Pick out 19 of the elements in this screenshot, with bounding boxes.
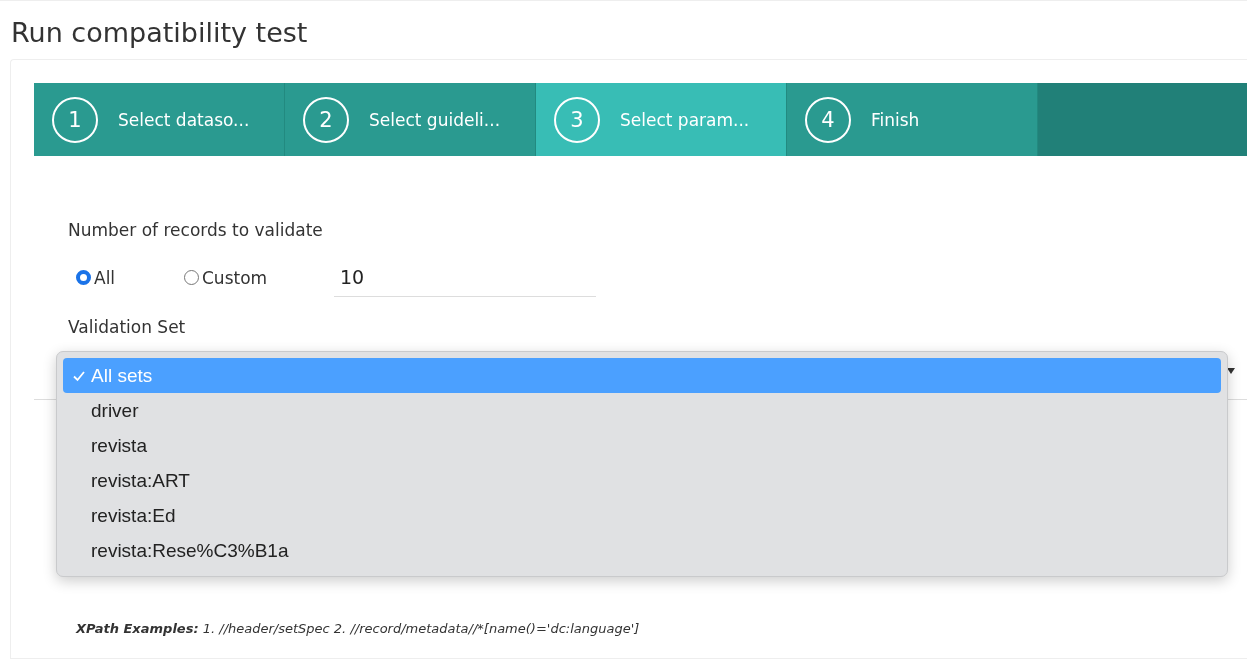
field-label: Validation Set bbox=[68, 317, 187, 337]
field-label: Number of records to validate bbox=[68, 220, 324, 240]
step-number: 1 bbox=[52, 96, 98, 143]
check-icon bbox=[73, 369, 85, 382]
page-title: Run compatibility test bbox=[10, 16, 309, 50]
step-number: 2 bbox=[303, 96, 349, 143]
dropdown-option[interactable]: revista bbox=[63, 428, 1221, 463]
dropdown-option[interactable]: revista:ART bbox=[63, 463, 1221, 498]
radio-icon[interactable] bbox=[184, 270, 199, 285]
caret-icon bbox=[1227, 368, 1235, 374]
step-number: 3 bbox=[554, 96, 600, 143]
xpath-examples-text: XPath Examples: 1. //header/setSpec 2. //record/metadata//*[name()='dc:language'] bbox=[76, 621, 640, 636]
dropdown-option[interactable]: revista:Rese%C3%B1a bbox=[63, 533, 1221, 568]
radio-option[interactable]: Custom bbox=[184, 267, 284, 288]
dropdown-option[interactable]: revista:Ed bbox=[63, 498, 1221, 533]
step-number: 4 bbox=[805, 96, 851, 143]
radio-icon[interactable] bbox=[76, 270, 91, 285]
radio-option[interactable]: All bbox=[76, 267, 176, 288]
dropdown-option[interactable]: driver bbox=[63, 393, 1221, 428]
